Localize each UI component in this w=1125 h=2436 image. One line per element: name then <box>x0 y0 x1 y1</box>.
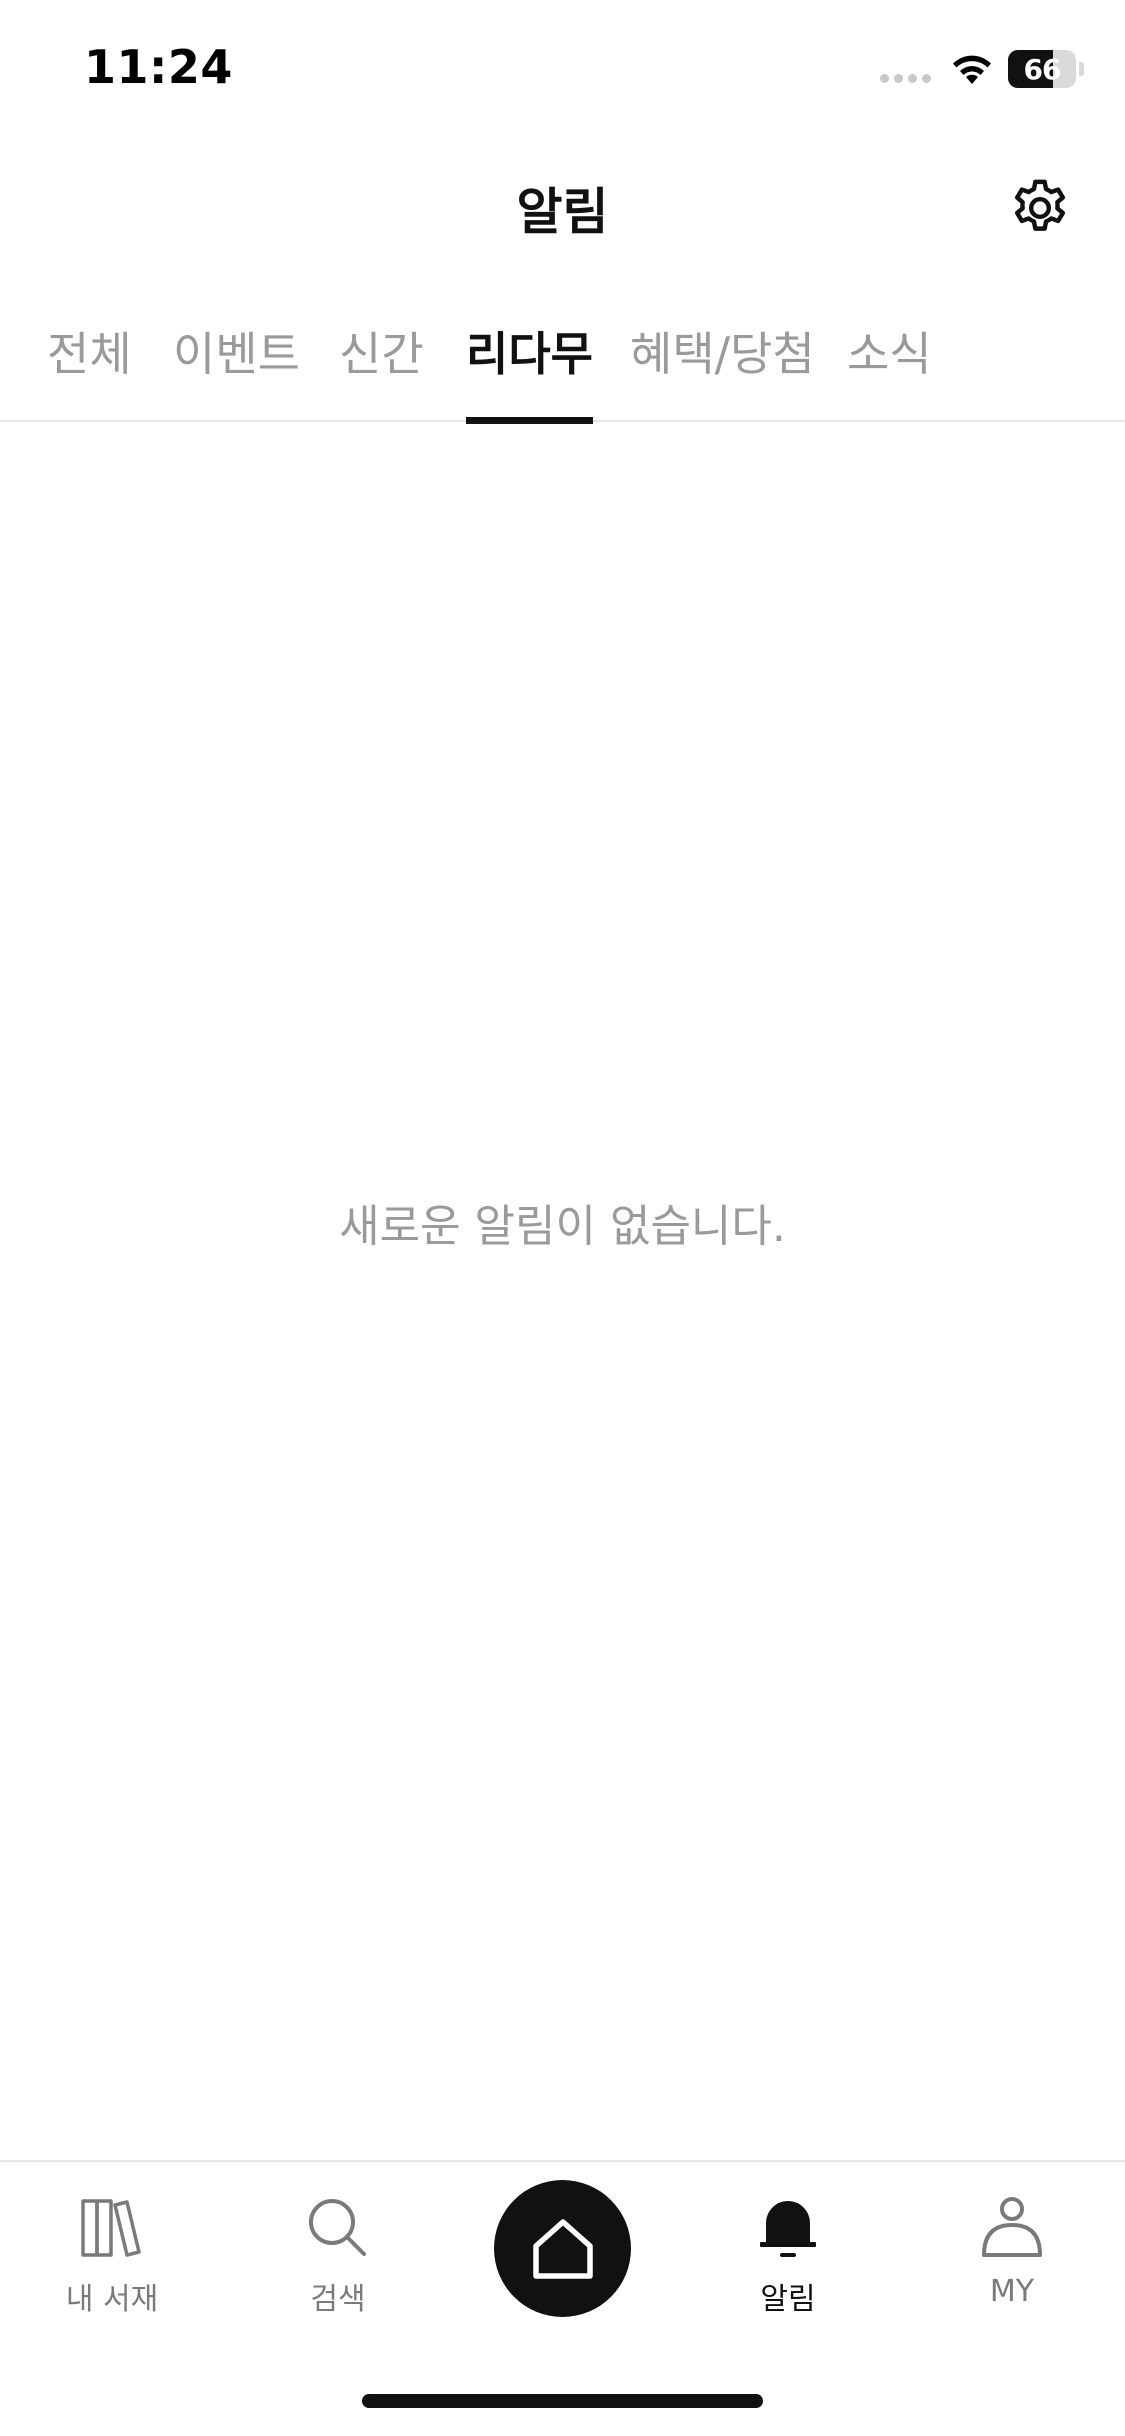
page-title: 알림 <box>516 183 609 241</box>
tab-news[interactable]: 소식 <box>847 318 932 422</box>
nav-my[interactable]: MY <box>932 2192 1092 2322</box>
nav-search[interactable]: 검색 <box>258 2192 418 2322</box>
tab-bar: 전체 이벤트 신간 리다무 혜택/당첨 소식 <box>0 300 1125 424</box>
battery-icon: 66 <box>1008 50 1086 88</box>
search-icon <box>309 2199 366 2256</box>
gear-icon <box>1014 179 1066 231</box>
battery-percent: 66 <box>1023 52 1062 86</box>
status-time: 11:24 <box>84 40 233 94</box>
nav-label-my: MY <box>989 2274 1035 2309</box>
bell-icon <box>760 2201 816 2257</box>
cellular-signal-icon <box>880 74 931 83</box>
tab-benefits[interactable]: 혜택/당첨 <box>630 318 815 422</box>
home-indicator[interactable] <box>362 2394 763 2408</box>
nav-label-search: 검색 <box>310 2282 366 2317</box>
tab-events[interactable]: 이벤트 <box>173 318 300 422</box>
nav-library[interactable]: 내 서재 <box>32 2192 192 2322</box>
tab-new-releases[interactable]: 신간 <box>339 318 424 422</box>
header: 알림 <box>0 150 1125 260</box>
tab-ridamu[interactable]: 리다무 <box>466 318 593 424</box>
settings-button[interactable] <box>1000 168 1080 248</box>
status-bar: 11:24 66 <box>0 0 1125 140</box>
user-icon <box>982 2197 1042 2257</box>
home-button[interactable] <box>494 2180 631 2317</box>
library-icon <box>81 2199 141 2257</box>
tab-all[interactable]: 전체 <box>47 318 132 422</box>
nav-label-library: 내 서재 <box>65 2282 159 2317</box>
nav-notifications[interactable]: 알림 <box>708 2192 868 2322</box>
wifi-icon <box>953 55 991 84</box>
nav-label-notifications: 알림 <box>760 2282 816 2317</box>
empty-state-message: 새로운 알림이 없습니다. <box>339 1201 786 1252</box>
notifications-screen: 11:24 66 알림 전체 이벤트 신간 리다무 혜택/당첨 소식 새로운 알… <box>0 0 1125 2436</box>
home-icon <box>532 2218 593 2279</box>
